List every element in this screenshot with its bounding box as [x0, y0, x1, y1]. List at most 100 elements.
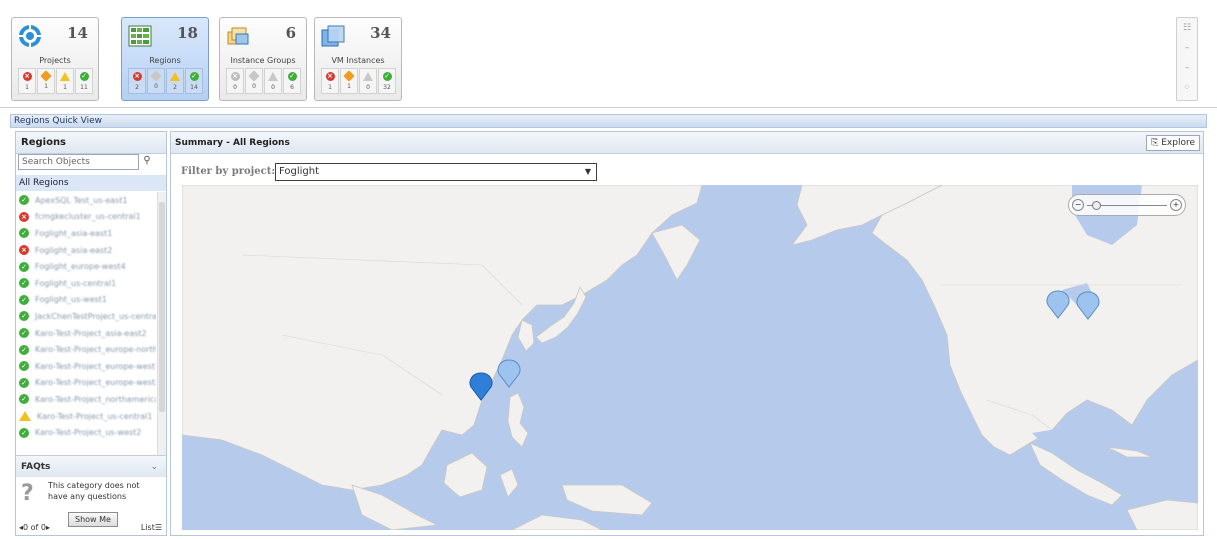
zoom-out-icon[interactable]: −: [1072, 199, 1084, 211]
stat-count: 32: [383, 84, 391, 91]
vm-warning-stat[interactable]: 0: [359, 68, 377, 94]
stat-count: 0: [271, 84, 275, 91]
region-list-item[interactable]: ✓ Karo-Test-Project_europe-north1: [16, 341, 156, 358]
zoom-knob[interactable]: [1092, 201, 1101, 210]
regions-warning-stat[interactable]: 2: [166, 68, 184, 94]
normal-icon: ✓: [19, 311, 29, 322]
list-view-toggle[interactable]: List☰: [141, 521, 162, 535]
critical-icon: ×: [325, 72, 335, 81]
normal-icon: ✓: [19, 394, 29, 405]
all-regions-item[interactable]: All Regions: [16, 175, 166, 191]
vm-critical-stat[interactable]: × 1: [321, 68, 339, 94]
region-list-item[interactable]: ✓ Karo-Test-Project_europe-west2: [16, 375, 156, 392]
scroll-thumb[interactable]: [159, 202, 165, 412]
region-label: Foglight_asia-east2: [35, 245, 113, 255]
world-map[interactable]: − +: [182, 185, 1198, 530]
region-list-item[interactable]: ✓ Karo-Test-Project_us-west2: [16, 424, 156, 441]
projects-normal-stat[interactable]: ✓ 11: [75, 68, 93, 94]
map-land-borneo: [443, 452, 488, 498]
region-list-item[interactable]: ✓ Foglight_asia-east1: [16, 225, 156, 242]
region-list-item[interactable]: ✓ Foglight_us-central1: [16, 275, 156, 292]
map-land-sulawesi: [499, 468, 519, 498]
vm-normal-stat[interactable]: ✓ 32: [378, 68, 396, 94]
collapse-icon[interactable]: –: [1177, 38, 1197, 58]
instance-groups-label: Instance Groups: [230, 56, 296, 65]
search-icon[interactable]: ⚲: [139, 154, 155, 170]
tile-projects[interactable]: 14 Projects × 1 1 1 ✓ 11: [11, 17, 99, 101]
vm-major-stat[interactable]: 1: [340, 68, 358, 94]
search-input[interactable]: Search Objects: [18, 154, 139, 170]
stat-count: 0: [233, 84, 237, 91]
project-filter-value: Foglight: [279, 166, 320, 177]
region-label: ApexSQL Test_us-east1: [35, 195, 128, 205]
map-land-kamchatka: [651, 224, 701, 281]
normal-icon: ✓: [19, 278, 29, 289]
instance-groups-critical-stat[interactable]: × 0: [226, 68, 244, 94]
region-label: Karo-Test-Project_europe-west1: [35, 361, 156, 371]
regions-critical-stat[interactable]: × 2: [128, 68, 146, 94]
critical-icon: ×: [132, 72, 142, 81]
chevron-down-icon[interactable]: ⌄: [150, 456, 158, 478]
region-list-item[interactable]: × fcmgkecluster_us-central1: [16, 209, 156, 226]
projects-critical-stat[interactable]: × 1: [18, 68, 36, 94]
warning-icon: [19, 411, 31, 422]
instance-groups-normal-stat[interactable]: ✓ 6: [283, 68, 301, 94]
region-list-item[interactable]: × Foglight_asia-east2: [16, 242, 156, 259]
stat-count: 2: [135, 84, 139, 91]
view-tools: ☷ – – ⁘: [1176, 17, 1198, 101]
region-list-item[interactable]: Karo-Test-Project_us-central1: [16, 408, 156, 425]
tile-instance-groups[interactable]: 6 Instance Groups × 0 0 0 ✓ 6: [219, 17, 307, 101]
dropdown-arrow-icon: ▼: [584, 167, 591, 176]
normal-icon: ✓: [19, 377, 29, 388]
tile-vm-instances[interactable]: 34 VM Instances × 1 1 0 ✓ 32: [314, 17, 402, 101]
faqts-body: ? This category does not have any questi…: [16, 477, 166, 527]
instance-groups-warning-stat[interactable]: 0: [264, 68, 282, 94]
instance-groups-count: 6: [285, 24, 296, 42]
map-canvas: [182, 185, 1198, 530]
faqts-header[interactable]: FAQts ⌄: [16, 455, 166, 477]
settings-icon[interactable]: ⁘: [1177, 78, 1197, 98]
instance-groups-major-stat[interactable]: 0: [245, 68, 263, 94]
major-icon: [150, 70, 162, 82]
summary-title: Summary - All Regions: [175, 138, 290, 148]
stat-count: 2: [173, 84, 177, 91]
projects-warning-stat[interactable]: 1: [56, 68, 74, 94]
question-icon: ?: [21, 481, 34, 506]
major-icon: [248, 70, 260, 82]
vm-instances-count: 34: [370, 24, 391, 42]
explore-label: Explore: [1161, 138, 1195, 148]
region-list-item[interactable]: ✓ Karo-Test-Project_northamerica: [16, 391, 156, 408]
region-list-item[interactable]: ✓ Karo-Test-Project_asia-east2: [16, 325, 156, 342]
normal-icon: ✓: [19, 344, 29, 355]
regions-panel-title: Regions: [16, 132, 166, 154]
stat-count: 1: [328, 84, 332, 91]
vm-instances-label: VM Instances: [331, 56, 385, 65]
region-list-item[interactable]: ✓ Foglight_europe-west4: [16, 258, 156, 275]
regions-major-stat[interactable]: 0: [147, 68, 165, 94]
normal-icon: ✓: [19, 427, 29, 438]
normal-icon: ✓: [382, 72, 392, 81]
vm-instances-icon: [321, 25, 345, 47]
normal-icon: ✓: [287, 72, 297, 81]
minimize-icon[interactable]: –: [1177, 58, 1197, 78]
warning-icon: [363, 72, 373, 81]
region-list-item[interactable]: ✓ ApexSQL Test_us-east1: [16, 192, 156, 209]
faqts-pager[interactable]: ◂0 of 0▸: [19, 523, 50, 532]
zoom-slider[interactable]: − +: [1068, 194, 1186, 216]
region-label: fcmgkecluster_us-central1: [35, 212, 141, 222]
zoom-in-icon[interactable]: +: [1170, 199, 1182, 211]
region-list-item[interactable]: ✓ Foglight_us-west1: [16, 292, 156, 309]
project-filter-select[interactable]: Foglight ▼: [275, 163, 597, 181]
region-list-item[interactable]: ✓ Karo-Test-Project_europe-west1: [16, 358, 156, 375]
tile-regions[interactable]: 18 Regions × 2 0 2 ✓ 14: [121, 17, 209, 101]
projects-count: 14: [67, 24, 88, 42]
regions-normal-stat[interactable]: ✓ 14: [185, 68, 203, 94]
faqts-footer: ◂0 of 0▸ List☰: [16, 521, 166, 535]
projects-major-stat[interactable]: 1: [37, 68, 55, 94]
regions-scrollbar[interactable]: [157, 192, 166, 458]
layout-icon[interactable]: ☷: [1177, 18, 1197, 38]
region-list-item[interactable]: ✓ JackChenTestProject_us-central1: [16, 308, 156, 325]
marker-taiwan[interactable]: [497, 359, 521, 388]
explore-button[interactable]: ⎘ Explore: [1146, 135, 1200, 151]
stat-count: 1: [63, 84, 67, 91]
